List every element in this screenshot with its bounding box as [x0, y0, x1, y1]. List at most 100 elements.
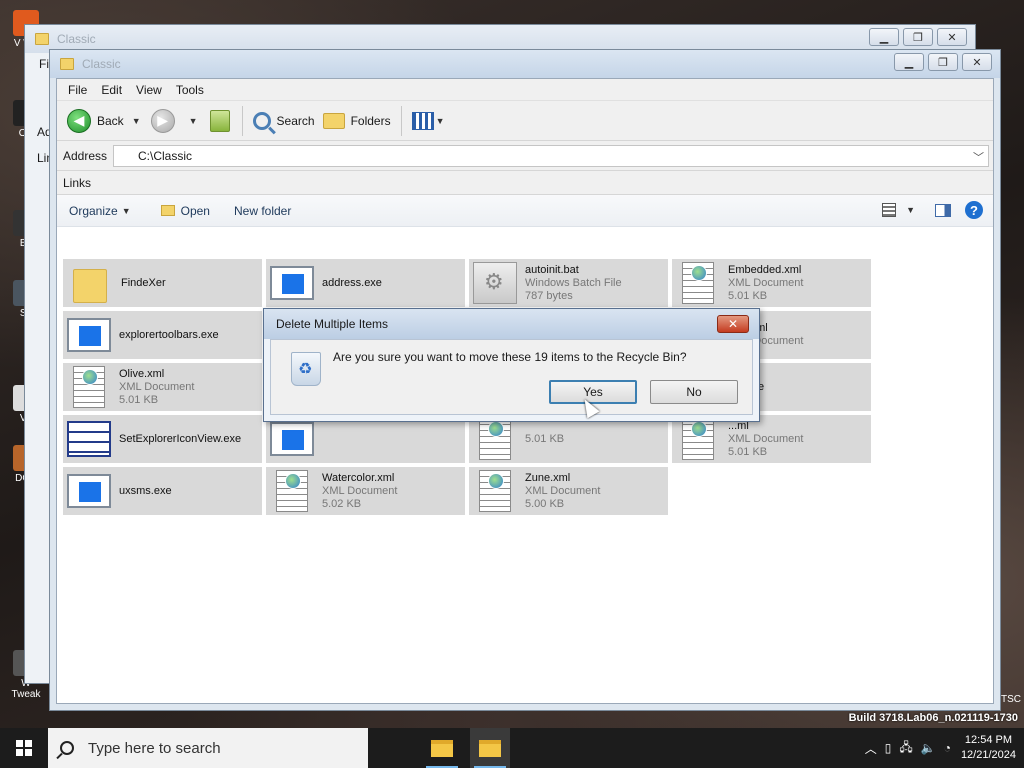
file-item[interactable]: Zune.xml XML Document 5.00 KB — [469, 467, 668, 515]
folder-icon — [35, 33, 49, 45]
window-title: Classic — [57, 32, 96, 46]
file-item[interactable]: uxsms.exe — [63, 467, 262, 515]
file-item[interactable]: SetExplorerIconView.exe — [63, 415, 262, 463]
file-item[interactable] — [266, 415, 465, 463]
file-explorer-taskbar-button-active[interactable] — [470, 728, 510, 768]
network-icon[interactable]: 🖧 — [899, 738, 912, 759]
maximize-button[interactable]: ❐ — [928, 53, 958, 71]
forward-dropdown-icon[interactable]: ▼ — [189, 116, 198, 126]
tsc-text: TSC — [1001, 694, 1021, 705]
toolbar-separator — [400, 105, 402, 136]
preview-pane-icon[interactable] — [935, 203, 951, 217]
menu-file[interactable]: Fi — [39, 57, 49, 71]
file-meta: Olive.xml XML Document 5.01 KB — [119, 368, 194, 407]
links-label: Links — [63, 175, 92, 190]
window-title: Classic — [82, 57, 121, 71]
file-item[interactable]: Olive.xml XML Document 5.01 KB — [63, 363, 262, 411]
clock-date: 12/21/2024 — [960, 749, 1016, 761]
file-name: Zune.xml — [525, 471, 571, 484]
chevron-down-icon: ▼ — [435, 115, 445, 126]
title-bar[interactable]: Classic ▁ ❐ ✕ — [50, 50, 1000, 78]
file-size: 5.01 KB — [728, 445, 768, 458]
file-item[interactable]: explorertoolbars.exe — [63, 311, 262, 359]
chevron-down-icon: ▼ — [121, 205, 131, 216]
forward-arrow-icon: ▶ — [150, 108, 175, 133]
no-button[interactable]: No — [650, 380, 738, 404]
forward-button[interactable]: ▶ — [147, 105, 185, 137]
file-explorer-icon — [479, 739, 501, 757]
links-bar[interactable]: Links — [57, 171, 993, 195]
start-button[interactable] — [0, 728, 48, 768]
xml-document-icon — [479, 418, 511, 460]
menu-file[interactable]: File — [61, 83, 94, 97]
up-folder-icon[interactable] — [209, 109, 230, 132]
application-icon — [270, 266, 314, 300]
dialog-title-bar[interactable]: Delete Multiple Items ✕ — [264, 309, 759, 339]
menu-edit[interactable]: Edit — [94, 83, 129, 97]
close-button[interactable]: ✕ — [937, 28, 967, 46]
file-item[interactable]: ...ml XML Document 5.01 KB — [672, 415, 871, 463]
application-icon — [270, 422, 314, 456]
file-size: 5.01 KB — [525, 432, 565, 445]
folders-button[interactable]: Folders — [319, 105, 395, 137]
file-type: XML Document — [119, 380, 195, 393]
file-name: FindeXer — [121, 276, 166, 289]
volume-icon[interactable]: 🔈 — [921, 741, 936, 755]
menu-view[interactable]: View — [129, 83, 169, 97]
file-item[interactable]: address.exe — [266, 259, 465, 307]
windows-logo-icon — [16, 740, 32, 756]
back-button[interactable]: ◀ Back — [63, 105, 128, 137]
file-name: Olive.xml — [119, 367, 165, 380]
build-watermark: Build 3718.Lab06_n.021119-1730 — [848, 712, 1018, 724]
view-icon — [882, 203, 897, 217]
new-folder-button[interactable]: New folder — [234, 204, 291, 218]
search-button[interactable]: Search — [249, 105, 319, 137]
minimize-button[interactable]: ▁ — [869, 28, 899, 46]
file-item[interactable]: 5.01 KB — [469, 415, 668, 463]
dialog-close-button[interactable]: ✕ — [717, 315, 749, 333]
file-item[interactable]: autoinit.batWindows Batch File787 bytes — [469, 259, 668, 307]
file-item[interactable]: Embedded.xml XML Document 5.01 KB — [672, 259, 871, 307]
batch-file-icon — [473, 262, 517, 304]
notification-icon[interactable]: ◔ — [944, 741, 951, 755]
xml-document-icon — [682, 418, 714, 460]
file-item[interactable]: Watercolor.xml XML Document 5.02 KB — [266, 467, 465, 515]
clock-time: 12:54 PM — [964, 734, 1013, 746]
address-label: Address — [63, 148, 108, 163]
file-name: address.exe — [322, 276, 382, 289]
file-explorer-taskbar-button[interactable] — [422, 728, 462, 768]
recycle-bin-icon — [291, 352, 321, 386]
file-item[interactable]: FindeXer — [63, 259, 262, 307]
back-dropdown-icon[interactable]: ▼ — [132, 116, 141, 126]
search-icon — [252, 111, 271, 130]
application-icon — [67, 318, 111, 352]
clock[interactable]: 12:54 PM 12/21/2024 — [961, 733, 1016, 763]
file-type: XML Document — [322, 484, 398, 497]
taskbar-search[interactable]: Type here to search — [48, 728, 368, 768]
file-size: 5.01 KB — [728, 289, 768, 302]
file-explorer-icon — [431, 739, 453, 757]
dialog-title: Delete Multiple Items — [276, 317, 389, 331]
delete-dialog[interactable]: Delete Multiple Items ✕ Are you sure you… — [263, 308, 760, 422]
file-name: Watercolor.xml — [322, 471, 395, 484]
search-icon — [60, 741, 74, 755]
file-name: explorertoolbars.exe — [119, 328, 219, 341]
close-button[interactable]: ✕ — [962, 53, 992, 71]
minimize-button[interactable]: ▁ — [894, 53, 924, 71]
chevron-down-icon[interactable]: ﹀ — [973, 149, 984, 165]
file-meta: ...ml XML Document 5.01 KB — [728, 420, 803, 459]
menu-tools[interactable]: Tools — [169, 83, 211, 97]
organize-button[interactable]: Organize ▼ — [69, 204, 137, 218]
file-name: autoinit.bat — [525, 263, 579, 276]
usb-icon[interactable]: ▯ — [885, 741, 892, 755]
help-icon[interactable]: ? — [965, 201, 983, 219]
folder-icon — [60, 58, 74, 70]
change-view-button[interactable]: ▼ — [882, 203, 921, 217]
xml-document-icon — [682, 262, 714, 304]
views-button[interactable]: ▼ — [408, 105, 449, 137]
open-button[interactable]: Open — [160, 204, 210, 218]
address-field[interactable]: C:\Classic ﹀ — [113, 144, 989, 167]
icon-view-app-icon — [67, 421, 111, 457]
chevron-up-icon[interactable]: ︿ — [865, 740, 877, 757]
maximize-button[interactable]: ❐ — [903, 28, 933, 46]
